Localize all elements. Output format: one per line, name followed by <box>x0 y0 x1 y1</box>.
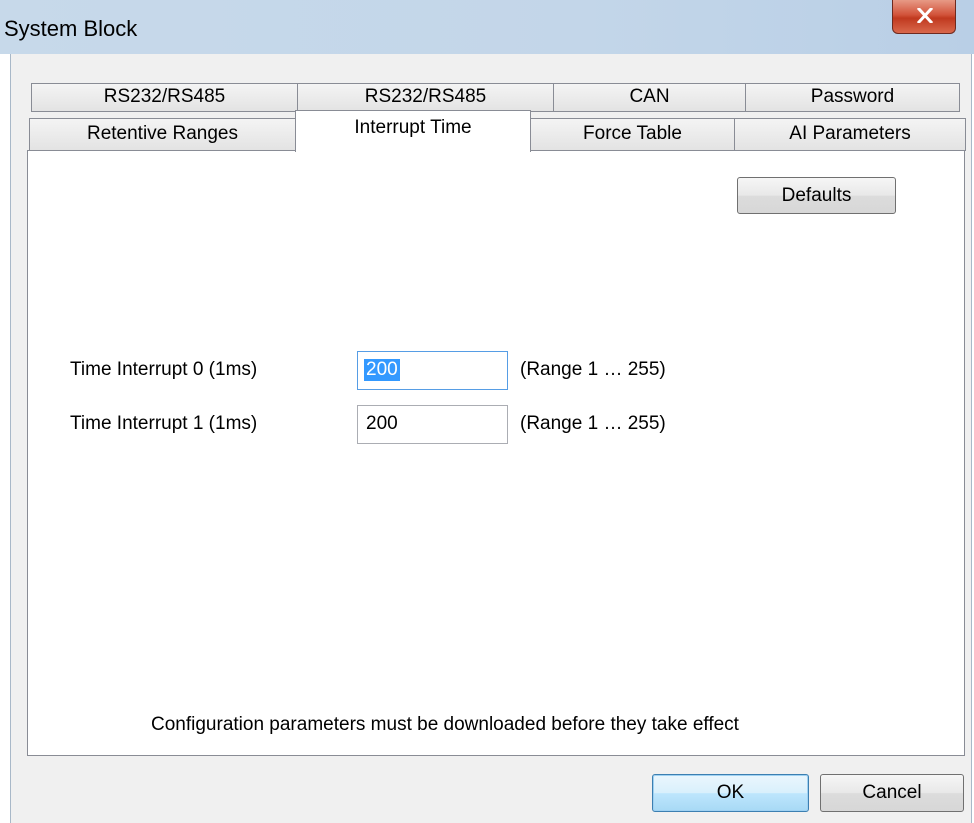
system-block-dialog: System Block RS232/RS485 RS232/RS485 CAN… <box>0 0 974 823</box>
time-interrupt-0-range: (Range 1 … 255) <box>520 359 666 380</box>
time-interrupt-1-input[interactable]: 200 <box>357 405 508 444</box>
tab-retentive-ranges[interactable]: Retentive Ranges <box>29 118 296 151</box>
title-bar[interactable]: System Block <box>0 0 974 54</box>
tab-password[interactable]: Password <box>745 83 960 112</box>
defaults-button[interactable]: Defaults <box>737 177 896 214</box>
tab-rs232-rs485-2[interactable]: RS232/RS485 <box>297 83 554 112</box>
tab-label: AI Parameters <box>789 123 911 144</box>
time-interrupt-0-label: Time Interrupt 0 (1ms) <box>70 359 258 380</box>
cancel-label: Cancel <box>862 782 922 803</box>
cancel-button[interactable]: Cancel <box>820 774 964 812</box>
ok-button[interactable]: OK <box>652 774 809 812</box>
tab-force-table[interactable]: Force Table <box>530 118 735 151</box>
time-interrupt-0-value: 200 <box>364 359 400 381</box>
defaults-label: Defaults <box>781 185 852 206</box>
time-interrupt-0-input[interactable]: 200 <box>357 351 508 390</box>
tab-interrupt-time[interactable]: Interrupt Time <box>295 110 531 152</box>
interrupt-time-panel <box>27 150 965 756</box>
tab-label: Force Table <box>583 123 682 144</box>
tab-ai-parameters[interactable]: AI Parameters <box>734 118 966 151</box>
tab-rs232-rs485-1[interactable]: RS232/RS485 <box>31 83 298 112</box>
time-interrupt-1-value: 200 <box>366 413 398 434</box>
tab-label: RS232/RS485 <box>364 86 487 107</box>
tab-can[interactable]: CAN <box>553 83 746 112</box>
configuration-note: Configuration parameters must be downloa… <box>151 714 739 735</box>
close-button[interactable] <box>892 0 956 34</box>
ok-label: OK <box>716 782 745 803</box>
close-icon <box>917 8 933 23</box>
tab-label: RS232/RS485 <box>103 86 226 107</box>
window-title: System Block <box>4 16 138 41</box>
time-interrupt-1-label: Time Interrupt 1 (1ms) <box>70 413 258 434</box>
tab-label: Password <box>810 86 895 107</box>
time-interrupt-1-range: (Range 1 … 255) <box>520 413 666 434</box>
tab-label: Retentive Ranges <box>86 123 239 144</box>
tab-label: Interrupt Time <box>354 117 472 138</box>
tab-label: CAN <box>629 86 670 107</box>
